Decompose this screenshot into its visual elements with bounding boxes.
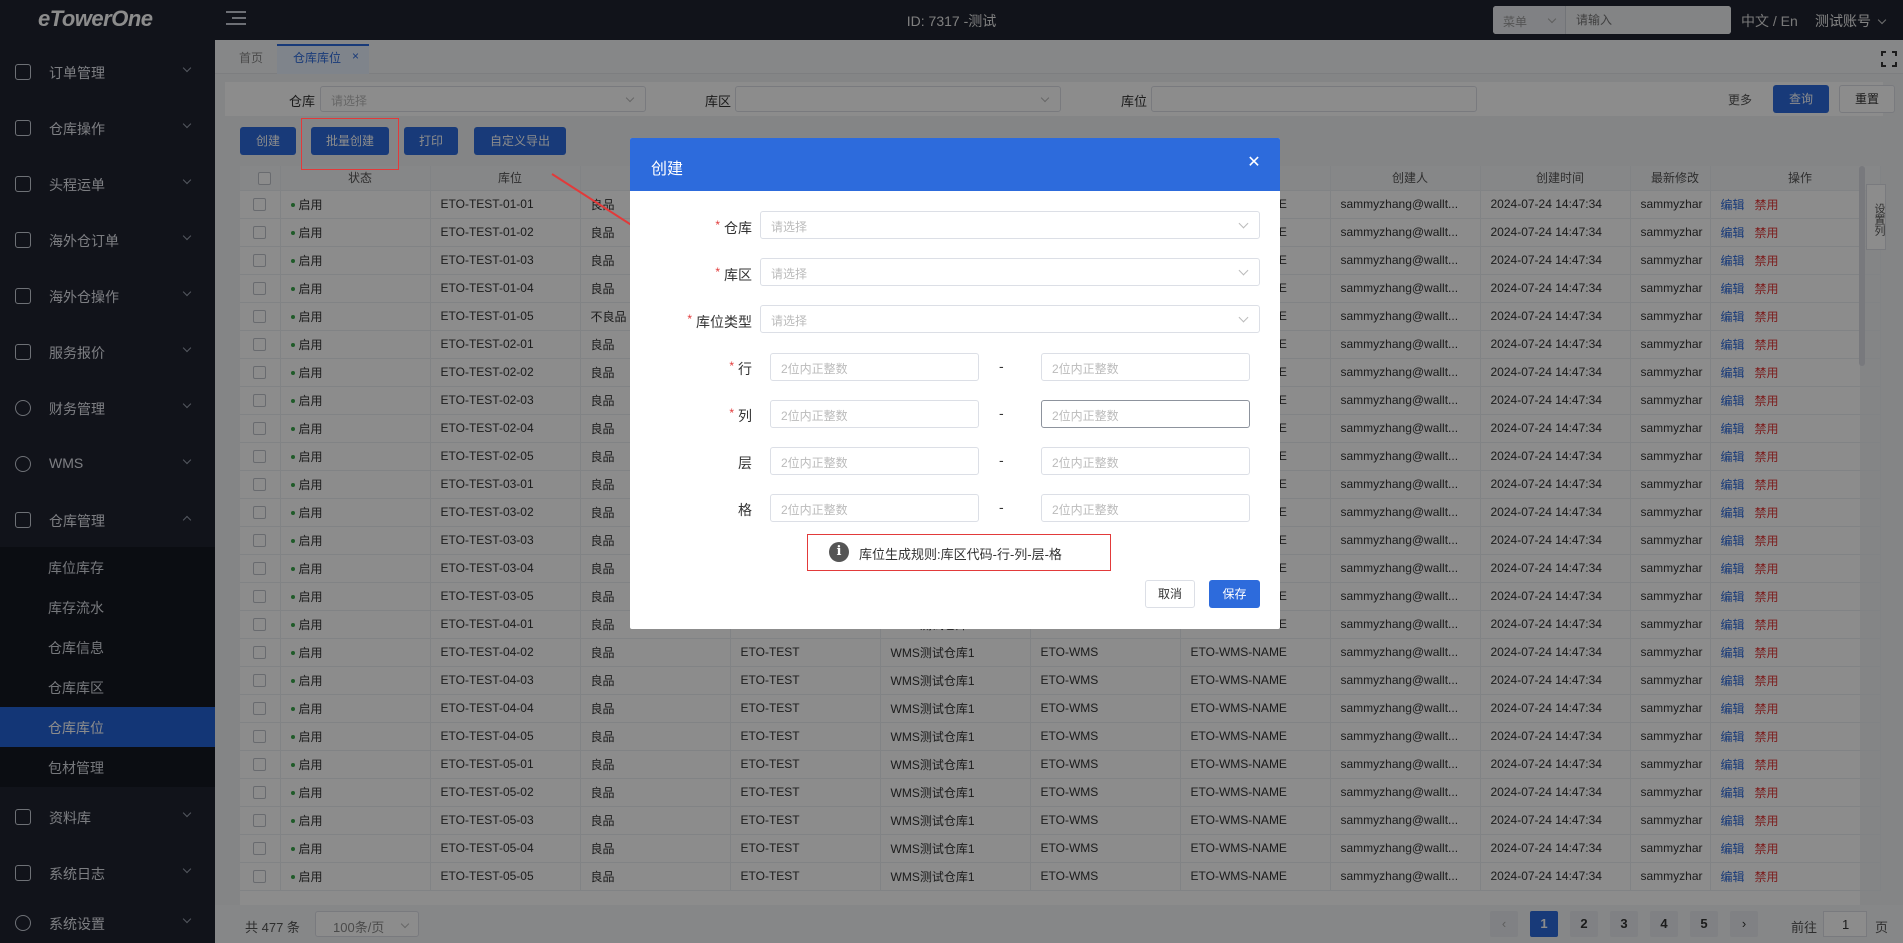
- location-rule-text: 库位生成规则:库区代码-行-列-层-格: [859, 547, 1062, 562]
- location-type-select[interactable]: 请选择: [760, 305, 1260, 333]
- label-text: 行: [738, 361, 752, 377]
- cancel-button[interactable]: 取消: [1145, 580, 1195, 608]
- save-button[interactable]: 保存: [1209, 580, 1260, 608]
- range-dash: -: [999, 499, 1004, 515]
- required-mark: *: [687, 312, 692, 326]
- info-icon: i: [829, 542, 849, 562]
- location-type-label: * 库位类型: [670, 312, 752, 332]
- warehouse-select[interactable]: 请选择: [760, 211, 1260, 239]
- required-mark: *: [729, 406, 734, 420]
- range-dash: -: [999, 358, 1004, 374]
- row-label: * 行: [700, 359, 752, 379]
- create-dialog: 创建 ✕ * 仓库 请选择 * 库区 请选择 * 库位类型 请选择 * 行 2位内正整数…: [630, 138, 1280, 629]
- required-mark: *: [729, 359, 734, 373]
- row-end-input[interactable]: 2位内正整数: [1041, 353, 1250, 381]
- dialog-title: 创建: [651, 161, 684, 178]
- cell-end-input[interactable]: 2位内正整数: [1041, 494, 1250, 522]
- zone-select[interactable]: 请选择: [760, 258, 1260, 286]
- warehouse-label: * 仓库: [700, 218, 752, 238]
- column-label: * 列: [700, 406, 752, 426]
- required-mark: *: [715, 218, 720, 232]
- label-text: 库区: [724, 267, 752, 283]
- column-end-input[interactable]: 2位内正整数: [1041, 400, 1250, 428]
- layer-end-input[interactable]: 2位内正整数: [1041, 447, 1250, 475]
- layer-start-input[interactable]: 2位内正整数: [770, 447, 979, 475]
- highlight-box-batch-create-top: [301, 118, 399, 170]
- row-start-input[interactable]: 2位内正整数: [770, 353, 979, 381]
- cell-label: 格: [738, 502, 752, 518]
- close-icon[interactable]: ✕: [1246, 155, 1262, 171]
- zone-label: * 库区: [700, 265, 752, 285]
- required-mark: *: [715, 265, 720, 279]
- range-dash: -: [999, 452, 1004, 468]
- layer-label: 层: [738, 455, 752, 471]
- label-text: 列: [738, 408, 752, 424]
- dialog-header: 创建 ✕: [630, 138, 1280, 191]
- label-text: 库位类型: [696, 314, 752, 330]
- column-start-input[interactable]: 2位内正整数: [770, 400, 979, 428]
- label-text: 仓库: [724, 220, 752, 236]
- range-dash: -: [999, 405, 1004, 421]
- cell-start-input[interactable]: 2位内正整数: [770, 494, 979, 522]
